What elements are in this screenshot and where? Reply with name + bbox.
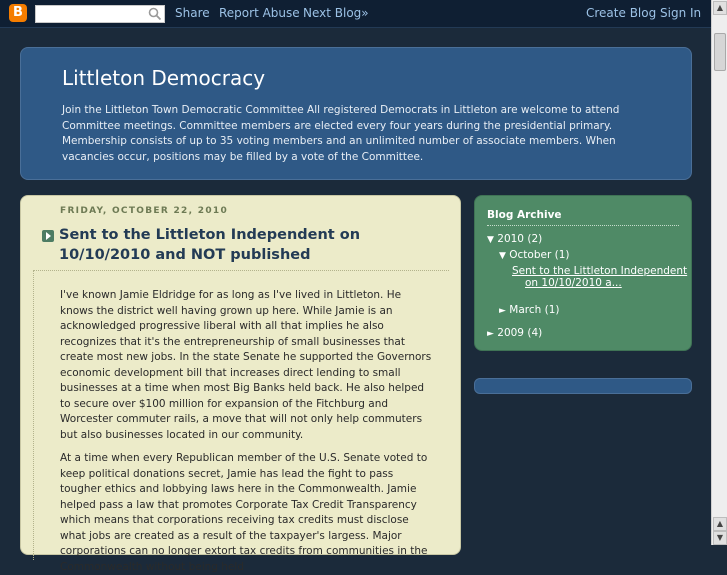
blog-header: Littleton Democracy Join the Littleton T…	[20, 47, 692, 180]
post-date: FRIDAY, OCTOBER 22, 2010	[60, 206, 229, 216]
sidebar-widget-2	[474, 378, 692, 394]
scroll-down-arrow-icon[interactable]: ▼	[713, 531, 727, 545]
blog-archive-widget: Blog Archive ▼ 2010 (2) ▼ October (1) Se…	[474, 195, 692, 351]
archive-month-march-count: (1)	[544, 304, 560, 316]
expanded-toggle-icon[interactable]: ▼	[487, 235, 494, 245]
archive-year-2010-link[interactable]: 2010	[497, 233, 524, 245]
report-abuse-link[interactable]: Report Abuse	[219, 6, 300, 20]
post-paragraph-1: I've known Jamie Eldridge for as long as…	[60, 289, 432, 441]
archive-year-2009: ► 2009 (4)	[487, 327, 542, 339]
scroll-up-arrow-icon-lower[interactable]: ▲	[713, 517, 727, 531]
blogger-navbar: B Share Report Abuse Next Blog» Create B…	[0, 0, 711, 28]
archive-year-2009-link[interactable]: 2009	[497, 327, 524, 339]
archive-post-link-line2[interactable]: on 10/10/2010 a...	[512, 277, 687, 289]
collapsed-toggle-icon[interactable]: ►	[487, 329, 494, 339]
divider	[487, 225, 679, 226]
archive-month-october: ▼ October (1)	[499, 249, 570, 261]
post-title[interactable]: Sent to the Littleton Independent on 10/…	[59, 225, 419, 265]
archive-year-2010: ▼ 2010 (2)	[487, 233, 542, 245]
search-input[interactable]	[35, 5, 165, 23]
scroll-up-arrow-icon[interactable]: ▲	[713, 1, 727, 15]
blogger-logo-letter: B	[13, 5, 23, 20]
vertical-scrollbar[interactable]: ▲ ▲ ▼	[711, 0, 727, 545]
archive-month-march: ► March (1)	[499, 304, 560, 316]
next-blog-link[interactable]: Next Blog»	[303, 6, 369, 20]
blog-title[interactable]: Littleton Democracy	[62, 66, 265, 90]
scrollbar-thumb[interactable]	[714, 33, 726, 71]
expanded-toggle-icon[interactable]: ▼	[499, 251, 506, 261]
post-paragraph-2: At a time when every Republican member o…	[60, 452, 428, 573]
sign-in-link[interactable]: Sign In	[660, 6, 701, 20]
main-content: FRIDAY, OCTOBER 22, 2010 Sent to the Lit…	[20, 195, 461, 573]
archive-post-link-line1[interactable]: Sent to the Littleton Independent	[512, 265, 687, 277]
archive-month-october-count: (1)	[554, 249, 570, 261]
post-arrow-icon	[42, 230, 54, 242]
blog-description: Join the Littleton Town Democratic Commi…	[62, 104, 620, 163]
archive-month-march-link[interactable]: March	[509, 304, 541, 316]
create-blog-link[interactable]: Create Blog	[586, 6, 656, 20]
post-title-area: Sent to the Littleton Independent on 10/…	[33, 224, 449, 271]
share-link[interactable]: Share	[175, 6, 210, 20]
search-icon[interactable]	[148, 7, 162, 21]
blog-archive-heading: Blog Archive	[487, 209, 562, 221]
collapsed-toggle-icon[interactable]: ►	[499, 306, 506, 316]
post-body: I've known Jamie Eldridge for as long as…	[33, 270, 450, 573]
blogger-logo-icon[interactable]: B	[9, 4, 27, 22]
archive-post-link: Sent to the Littleton Independent on 10/…	[512, 265, 687, 289]
archive-month-october-link[interactable]: October	[509, 249, 551, 261]
archive-year-2010-count: (2)	[527, 233, 543, 245]
archive-year-2009-count: (4)	[527, 327, 543, 339]
